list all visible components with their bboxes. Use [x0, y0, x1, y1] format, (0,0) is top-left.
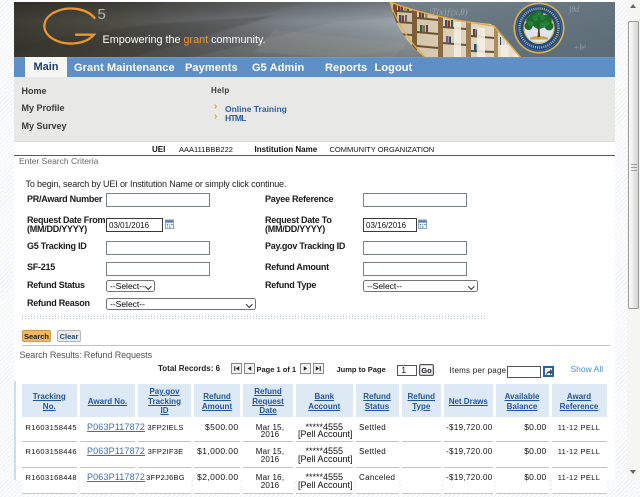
- svg-text:+b³: +b³: [574, 43, 586, 52]
- svg-text:Empowering the grant community: Empowering the grant community.: [103, 34, 266, 46]
- svg-text:∫θd: ∫θd: [568, 5, 580, 14]
- svg-text:5: 5: [98, 6, 106, 23]
